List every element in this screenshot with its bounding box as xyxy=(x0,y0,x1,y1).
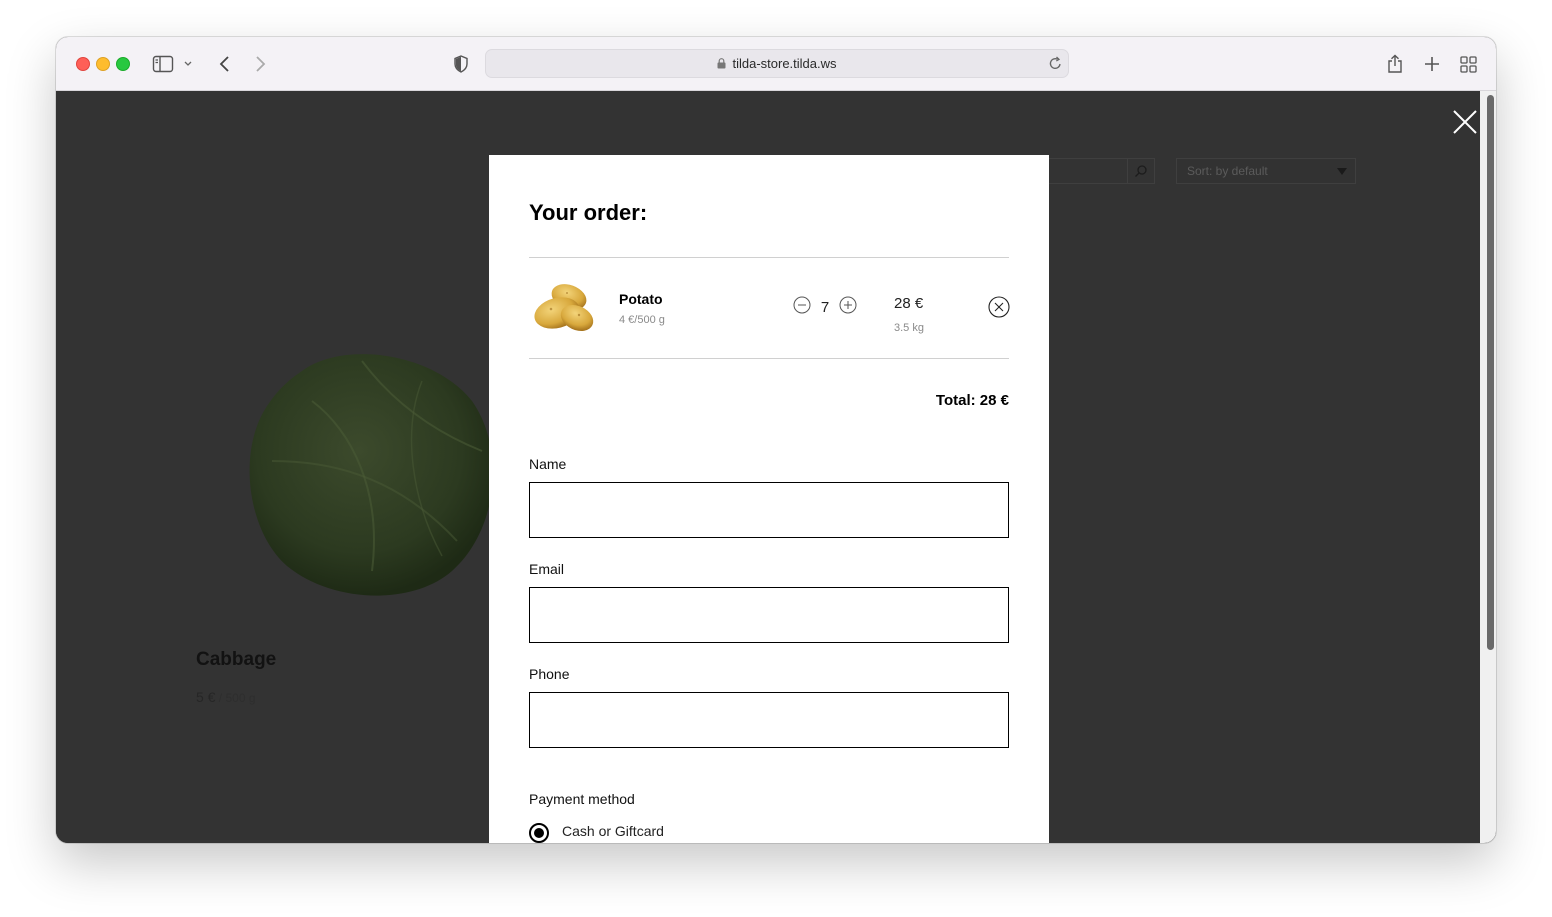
product-title[interactable]: Cabbage xyxy=(196,649,276,671)
cart-item-name: Potato xyxy=(619,291,663,307)
name-label: Name xyxy=(529,456,567,472)
email-field[interactable] xyxy=(529,587,1009,643)
payment-method-label: Payment method xyxy=(529,791,635,807)
email-label: Email xyxy=(529,561,565,577)
price-value: 5 € xyxy=(196,689,216,705)
cart-modal: Your order: Potato 4 €/500 g 7 28 € 3.5 … xyxy=(489,155,1049,843)
url-field[interactable]: tilda-store.tilda.ws xyxy=(486,56,1068,71)
lock-icon xyxy=(717,58,726,69)
phone-field[interactable] xyxy=(529,692,1009,748)
cart-total: Total: 28 € xyxy=(935,392,1009,409)
order-title: Your order: xyxy=(529,200,648,225)
browser-toolbar: tilda-store.tilda.ws xyxy=(56,37,1496,91)
divider xyxy=(529,257,1009,258)
close-window-button[interactable] xyxy=(76,57,90,71)
minimize-window-button[interactable] xyxy=(96,57,110,71)
dropdown-arrow-icon xyxy=(1337,168,1347,175)
payment-option-label[interactable]: Cash or Giftcard xyxy=(562,823,664,839)
scrollbar-track[interactable] xyxy=(1480,91,1496,843)
phone-label: Phone xyxy=(529,666,570,682)
cabbage-product-image[interactable] xyxy=(242,341,502,606)
tab-overview-icon[interactable] xyxy=(1457,53,1479,75)
potato-product-image xyxy=(534,284,594,332)
price-unit: / 500 g xyxy=(215,691,256,705)
shield-icon[interactable] xyxy=(450,53,472,75)
close-cart-icon[interactable] xyxy=(1452,109,1478,135)
payment-radio-cash[interactable] xyxy=(529,823,549,843)
back-arrow-icon[interactable] xyxy=(214,53,236,75)
share-icon[interactable] xyxy=(1384,53,1406,75)
address-bar[interactable]: tilda-store.tilda.ws xyxy=(485,49,1069,78)
cart-item-quantity: 7 xyxy=(820,299,830,316)
sidebar-icon[interactable] xyxy=(152,53,174,75)
zoom-window-button[interactable] xyxy=(116,57,130,71)
cart-item-price: 28 € xyxy=(894,295,924,312)
reload-icon[interactable] xyxy=(1049,56,1062,75)
cart-item-unit-price: 4 €/500 g xyxy=(619,314,665,326)
browser-window: tilda-store.tilda.ws Sort: by default Ca… xyxy=(56,37,1496,843)
product-price: 5 € / 500 g xyxy=(196,689,256,705)
cart-item-weight: 3.5 kg xyxy=(894,322,924,334)
increase-quantity-icon[interactable] xyxy=(839,296,857,314)
scrollbar-thumb[interactable] xyxy=(1487,95,1494,650)
page-viewport: Sort: by default Cabbage 5 € / 500 g You… xyxy=(56,91,1496,843)
sort-label: Sort: by default xyxy=(1187,164,1268,178)
name-field[interactable] xyxy=(529,482,1009,538)
forward-arrow-icon[interactable] xyxy=(249,53,271,75)
sort-select[interactable]: Sort: by default xyxy=(1176,158,1356,184)
remove-item-icon[interactable] xyxy=(988,296,1010,318)
url-text: tilda-store.tilda.ws xyxy=(732,56,837,71)
decrease-quantity-icon[interactable] xyxy=(793,296,811,314)
divider xyxy=(529,358,1009,359)
new-tab-icon[interactable] xyxy=(1421,53,1443,75)
search-icon[interactable] xyxy=(1127,159,1154,183)
search-input[interactable] xyxy=(1048,158,1155,184)
chevron-down-icon[interactable] xyxy=(181,53,195,75)
